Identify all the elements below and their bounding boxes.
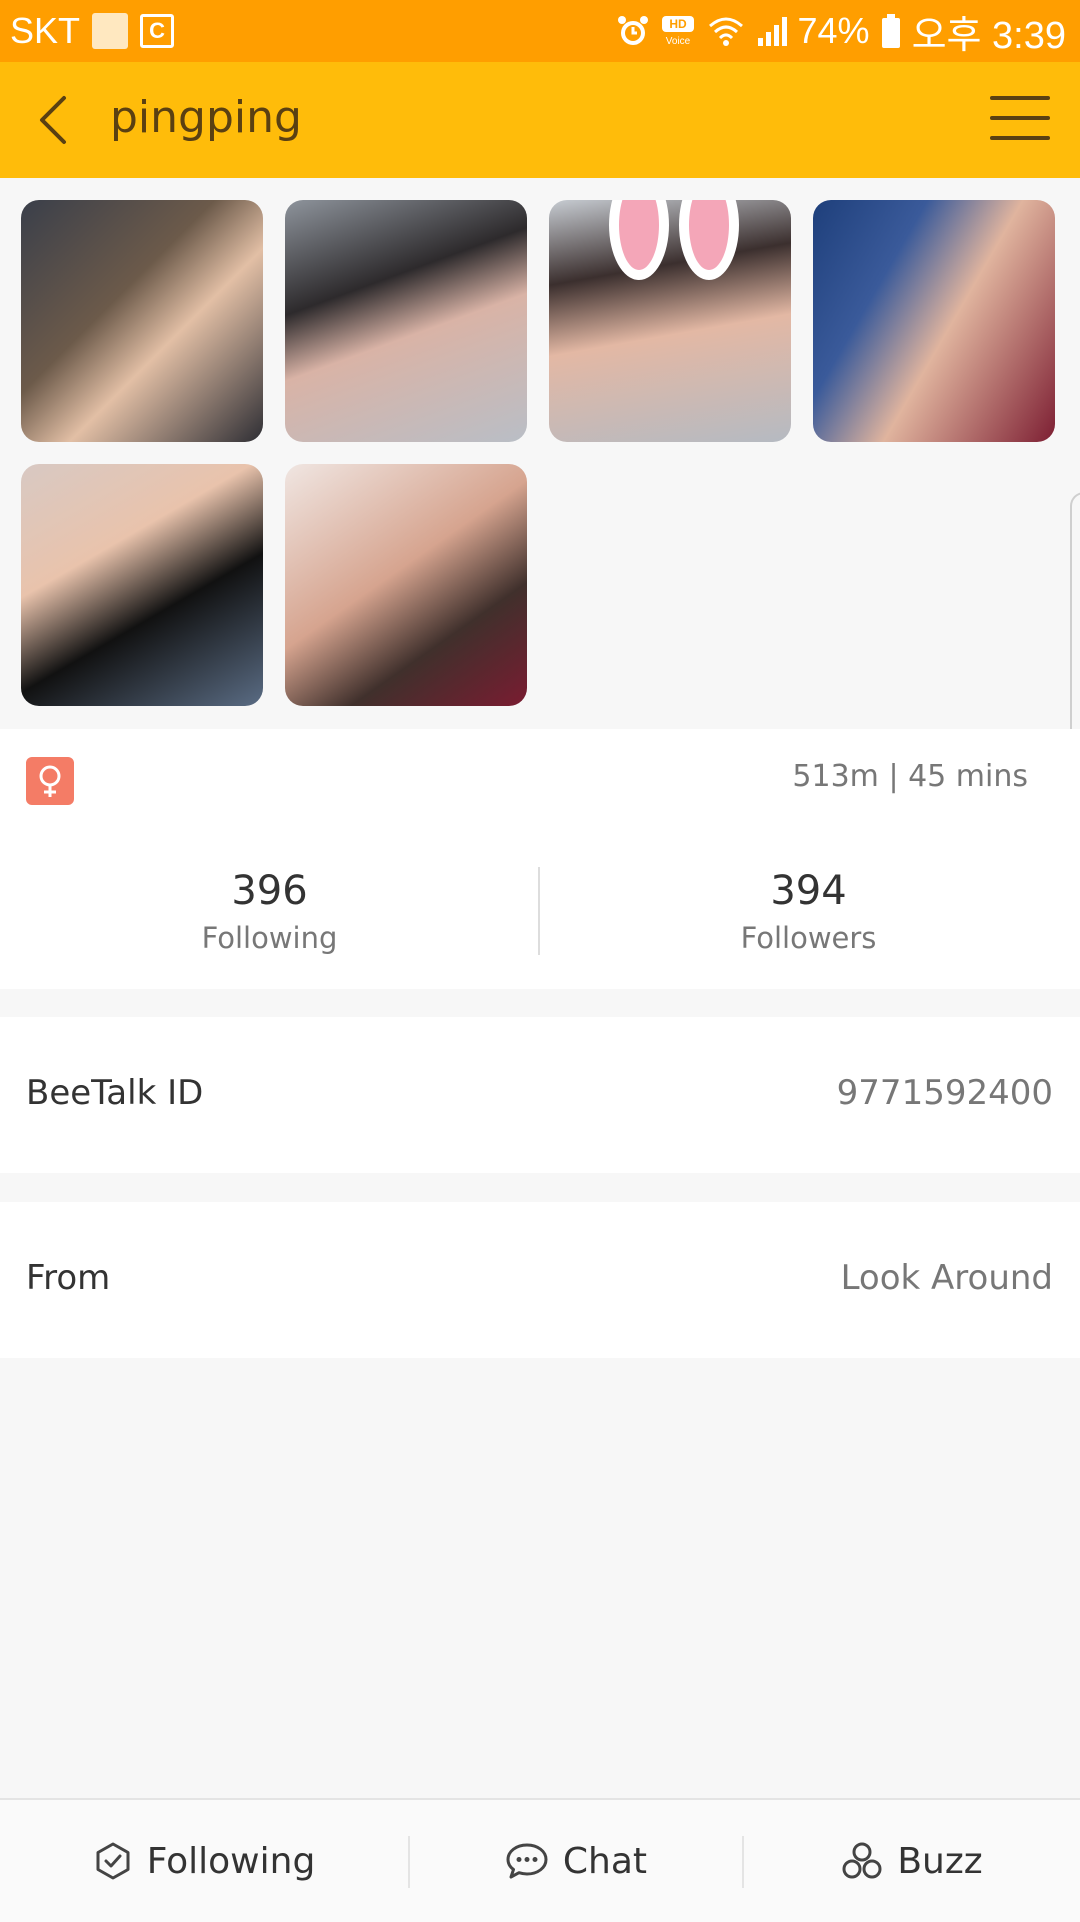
from-row: From Look Around [0, 1202, 1080, 1358]
svg-text:HD: HD [669, 17, 687, 31]
status-bar: SKT C HD Voice 74% 오후 3:39 [0, 0, 1080, 62]
page-title: pingping [110, 92, 302, 143]
female-icon [26, 757, 74, 805]
distance-time: 513m | 45 mins [792, 759, 1028, 794]
battery-percent: 74% [798, 10, 870, 52]
buzz-button-label: Buzz [897, 1841, 982, 1882]
followers-stat[interactable]: 394 Followers [539, 867, 1078, 955]
menu-line [990, 136, 1050, 140]
alarm-icon [616, 14, 650, 48]
profile-photo-4[interactable] [813, 200, 1055, 442]
menu-line [990, 116, 1050, 120]
notification-icon [92, 13, 128, 49]
profile-photo-1[interactable] [21, 200, 263, 442]
following-label: Following [0, 921, 539, 955]
svg-text:Voice: Voice [665, 36, 690, 47]
beetalk-id-label: BeeTalk ID [26, 1073, 203, 1113]
profile-photo-5[interactable] [21, 464, 263, 706]
following-button[interactable]: Following [0, 1800, 408, 1922]
menu-button[interactable] [990, 96, 1050, 146]
signal-icon [756, 14, 788, 48]
following-check-icon [93, 1841, 133, 1881]
back-button[interactable] [30, 92, 82, 148]
beetalk-id-value: 9771592400 [837, 1073, 1053, 1113]
bottom-action-bar: Following Chat Buzz [0, 1798, 1080, 1922]
buzz-icon [841, 1841, 883, 1881]
chat-button-label: Chat [563, 1841, 647, 1882]
followers-label: Followers [539, 921, 1078, 955]
app-bar: pingping [0, 62, 1080, 178]
bunny-ear-decoration [679, 200, 739, 280]
followers-count: 394 [539, 867, 1078, 915]
chat-button[interactable]: Chat [410, 1800, 742, 1922]
status-right: HD Voice 74% 오후 3:39 [616, 4, 1080, 59]
profile-photo-6[interactable] [285, 464, 527, 706]
c-badge-icon: C [140, 14, 174, 48]
profile-info-card: 513m | 45 mins 396 Following 394 Followe… [0, 729, 1080, 989]
menu-line [990, 96, 1050, 100]
chat-bubble-icon [505, 1841, 549, 1881]
clock: 오후 3:39 [912, 4, 1066, 59]
carrier-label: SKT [10, 10, 80, 52]
profile-photo-3[interactable] [549, 200, 791, 442]
bunny-ear-decoration [609, 200, 669, 280]
following-stat[interactable]: 396 Following [0, 867, 539, 955]
battery-icon [880, 13, 902, 49]
following-button-label: Following [147, 1841, 316, 1882]
back-arrow-icon [30, 92, 82, 148]
buzz-button[interactable]: Buzz [744, 1800, 1080, 1922]
from-label: From [26, 1258, 110, 1298]
following-count: 396 [0, 867, 539, 915]
status-left: SKT C [0, 10, 174, 52]
wifi-icon [706, 14, 746, 48]
hd-voice-icon: HD Voice [660, 14, 696, 48]
profile-photo-2[interactable] [285, 200, 527, 442]
from-value: Look Around [841, 1258, 1053, 1298]
beetalk-id-row: BeeTalk ID 9771592400 [0, 1017, 1080, 1173]
